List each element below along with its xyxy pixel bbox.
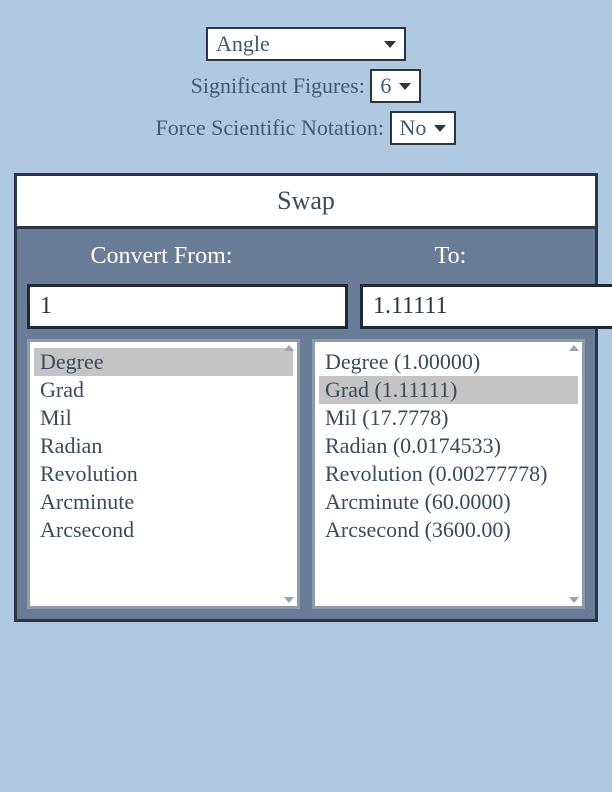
scroll-down-icon [284,597,294,603]
sigfig-row: Significant Figures: 6 [14,69,598,103]
scinot-row: Force Scientific Notation: No [14,111,598,145]
swap-label: Swap [277,186,335,215]
unit-option[interactable]: Grad (1.11111) [319,376,578,404]
unit-option[interactable]: Arcminute (60.0000) [319,488,578,516]
unit-option[interactable]: Arcsecond [34,516,293,544]
headers: Convert From: To: [17,229,595,284]
scroll-down-icon [569,597,579,603]
unit-option[interactable]: Arcsecond (3600.00) [319,516,578,544]
scinot-label: Force Scientific Notation: [156,115,385,140]
sigfig-dropdown[interactable]: 6 [370,69,421,103]
chevron-down-icon [434,125,446,132]
sigfig-label: Significant Figures: [191,73,365,98]
category-value: Angle [216,31,270,56]
from-unit-list[interactable]: DegreeGradMilRadianRevolutionArcminuteAr… [27,339,300,609]
to-unit-list[interactable]: Degree (1.00000)Grad (1.11111)Mil (17.77… [312,339,585,609]
scinot-value: No [400,115,427,140]
category-row: Angle [14,27,598,61]
unit-option[interactable]: Mil (17.7778) [319,404,578,432]
chevron-down-icon [384,41,396,48]
unit-option[interactable]: Arcminute [34,488,293,516]
unit-option[interactable]: Degree (1.00000) [319,348,578,376]
to-value-input[interactable] [360,284,612,329]
unit-option[interactable]: Degree [34,348,293,376]
unit-option[interactable]: Mil [34,404,293,432]
scrollbar[interactable] [567,345,581,603]
chevron-down-icon [399,83,411,90]
list-row: DegreeGradMilRadianRevolutionArcminuteAr… [17,339,595,619]
to-header: To: [306,243,595,270]
scroll-up-icon [284,345,294,351]
top-controls: Angle Significant Figures: 6 Force Scien… [14,14,598,168]
sigfig-value: 6 [380,73,391,98]
scinot-dropdown[interactable]: No [390,111,457,145]
unit-option[interactable]: Radian [34,432,293,460]
category-dropdown[interactable]: Angle [206,27,406,61]
swap-button[interactable]: Swap [17,176,595,229]
from-header: Convert From: [17,243,306,270]
unit-option[interactable]: Grad [34,376,293,404]
converter-panel: Swap Convert From: To: DegreeGradMilRadi… [14,173,598,622]
unit-option[interactable]: Revolution (0.00277778) [319,460,578,488]
unit-option[interactable]: Radian (0.0174533) [319,432,578,460]
from-value-input[interactable] [27,284,348,329]
input-row [17,284,595,339]
scroll-up-icon [569,345,579,351]
scrollbar[interactable] [282,345,296,603]
unit-option[interactable]: Revolution [34,460,293,488]
